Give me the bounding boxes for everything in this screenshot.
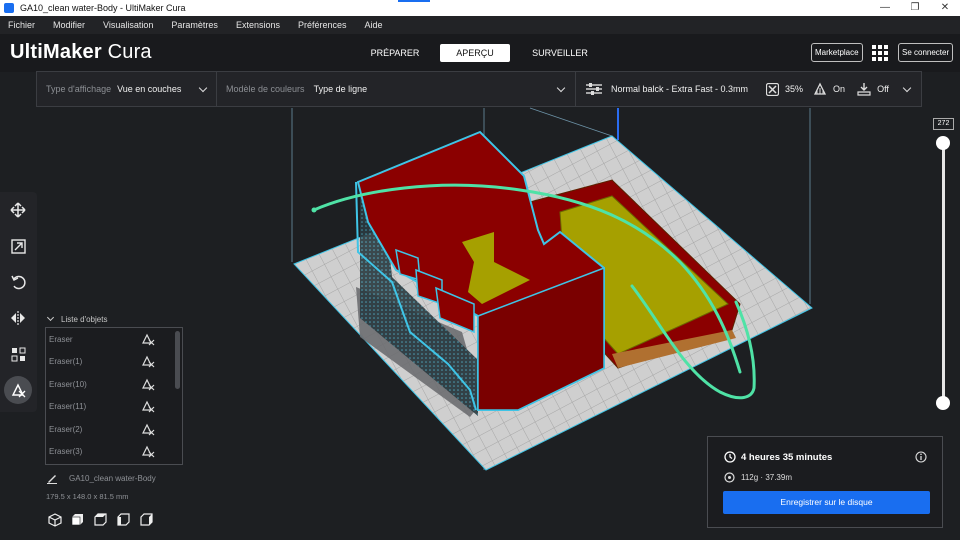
view-3d-icon[interactable] bbox=[48, 513, 62, 527]
mirror-icon bbox=[11, 311, 25, 325]
marketplace-button[interactable]: Marketplace bbox=[811, 43, 863, 62]
tab-prepare[interactable]: PRÉPARER bbox=[360, 44, 430, 62]
titlebar-accent bbox=[398, 0, 430, 2]
support-blocker-icon bbox=[11, 383, 26, 398]
window-titlebar: GA10_clean water-Body - UltiMaker Cura —… bbox=[0, 0, 960, 16]
list-item[interactable]: Eraser(10) bbox=[49, 374, 173, 394]
support-blocker-icon bbox=[142, 400, 155, 413]
print-settings-selector[interactable]: Normal balck - Extra Fast - 0.3mm 35% On… bbox=[576, 72, 921, 106]
pencil-icon[interactable] bbox=[46, 472, 58, 484]
menu-item-preferences[interactable]: Préférences bbox=[298, 20, 347, 30]
list-item[interactable]: Eraser(2) bbox=[49, 419, 173, 439]
view-type-dropdown[interactable]: Type d'affichage Vue en couches bbox=[37, 72, 217, 106]
view-top-icon[interactable] bbox=[93, 513, 107, 527]
mirror-tool-button[interactable] bbox=[6, 306, 30, 330]
object-name: Eraser bbox=[49, 334, 73, 344]
print-time: 4 heures 35 minutes bbox=[741, 452, 833, 463]
apps-grid-icon[interactable] bbox=[872, 45, 888, 61]
menu-item-settings[interactable]: Paramètres bbox=[171, 20, 218, 30]
tab-monitor[interactable]: SURVEILLER bbox=[522, 44, 598, 62]
model-dimensions: 179.5 x 148.0 x 81.5 mm bbox=[46, 492, 129, 501]
menu-item-file[interactable]: Fichier bbox=[8, 20, 35, 30]
object-list-scrollbar[interactable] bbox=[175, 331, 180, 389]
support-icon bbox=[813, 82, 827, 95]
left-toolbar bbox=[0, 192, 37, 412]
tab-preview[interactable]: APERÇU bbox=[440, 44, 510, 62]
per-model-settings-icon bbox=[11, 347, 25, 361]
per-model-settings-button[interactable] bbox=[6, 342, 30, 366]
scale-tool-button[interactable] bbox=[6, 234, 30, 258]
menu-item-help[interactable]: Aide bbox=[365, 20, 383, 30]
infill-icon bbox=[766, 82, 780, 96]
save-to-disk-button[interactable]: Enregistrer sur le disque bbox=[723, 491, 930, 514]
chevron-down-icon bbox=[46, 313, 55, 322]
support-blocker-button[interactable] bbox=[4, 376, 32, 404]
view-type-label: Type d'affichage bbox=[46, 84, 112, 94]
color-scheme-dropdown[interactable]: Modèle de couleurs Type de ligne bbox=[217, 72, 576, 106]
view-front-icon[interactable] bbox=[70, 513, 84, 527]
menu-item-view[interactable]: Visualisation bbox=[103, 20, 153, 30]
object-name: Eraser(3) bbox=[49, 446, 83, 456]
maximize-button[interactable]: ❐ bbox=[900, 0, 930, 16]
infill-value: 35% bbox=[785, 84, 804, 94]
app-header: UltiMaker Cura PRÉPARER APERÇU SURVEILLE… bbox=[0, 34, 960, 72]
close-button[interactable]: ✕ bbox=[930, 0, 960, 16]
color-scheme-value: Type de ligne bbox=[313, 84, 368, 94]
object-list-header[interactable]: Liste d'objets bbox=[46, 313, 108, 324]
color-scheme-label: Modèle de couleurs bbox=[226, 84, 305, 94]
view-type-value: Vue en couches bbox=[117, 84, 182, 94]
support-blocker-icon bbox=[142, 423, 155, 436]
info-icon[interactable] bbox=[915, 451, 927, 463]
layer-number-input[interactable]: 272 bbox=[933, 118, 954, 130]
menu-item-edit[interactable]: Modifier bbox=[53, 20, 85, 30]
view-right-icon[interactable] bbox=[139, 513, 153, 527]
layer-slider-bottom-handle[interactable] bbox=[936, 396, 950, 410]
minimize-button[interactable]: — bbox=[870, 0, 900, 16]
list-item[interactable]: Eraser(1) bbox=[49, 351, 173, 371]
menu-item-extensions[interactable]: Extensions bbox=[236, 20, 280, 30]
support-blocker-icon bbox=[142, 355, 155, 368]
move-tool-button[interactable] bbox=[6, 198, 30, 222]
logo-light: Cura bbox=[107, 41, 152, 63]
support-value: On bbox=[833, 84, 846, 94]
layer-slider-track[interactable] bbox=[942, 142, 945, 404]
chevron-down-icon bbox=[902, 83, 912, 93]
layer-slider-top-handle[interactable] bbox=[936, 136, 950, 150]
object-name: Eraser(10) bbox=[49, 379, 87, 389]
spool-icon bbox=[724, 472, 735, 483]
support-blocker-icon bbox=[142, 445, 155, 458]
object-name: Eraser(1) bbox=[49, 356, 83, 366]
object-name: Eraser(11) bbox=[49, 401, 87, 411]
cura-app-icon bbox=[4, 3, 14, 13]
chevron-down-icon bbox=[198, 83, 208, 93]
clock-icon bbox=[724, 451, 736, 463]
rotate-icon bbox=[10, 275, 26, 289]
rotate-tool-button[interactable] bbox=[6, 270, 30, 294]
support-blocker-icon bbox=[142, 333, 155, 346]
object-list: Eraser Eraser(1) Eraser(10) Eraser(11) E… bbox=[45, 327, 183, 465]
window-title: GA10_clean water-Body - UltiMaker Cura bbox=[20, 3, 186, 13]
profile-name: Normal balck - Extra Fast - 0.3mm bbox=[611, 84, 749, 94]
list-item[interactable]: Eraser bbox=[49, 329, 173, 349]
material-usage: 112g · 37.39m bbox=[741, 473, 792, 482]
support-blocker-icon bbox=[142, 378, 155, 391]
sign-in-button[interactable]: Se connecter bbox=[898, 43, 954, 62]
object-list-title: Liste d'objets bbox=[61, 315, 108, 324]
list-item[interactable]: Eraser(3) bbox=[49, 441, 173, 461]
app-logo: UltiMaker Cura bbox=[10, 41, 152, 64]
scale-icon bbox=[10, 238, 26, 254]
chevron-down-icon bbox=[556, 83, 566, 93]
menu-bar: Fichier Modifier Visualisation Paramètre… bbox=[0, 16, 960, 34]
logo-bold: UltiMaker bbox=[10, 41, 102, 63]
sliders-icon bbox=[586, 83, 602, 95]
model-name: GA10_clean water-Body bbox=[69, 474, 156, 483]
print-info-panel: 4 heures 35 minutes 112g · 37.39m Enregi… bbox=[707, 436, 943, 528]
view-settings-bar: Type d'affichage Vue en couches Modèle d… bbox=[36, 71, 922, 107]
list-item[interactable]: Eraser(11) bbox=[49, 396, 173, 416]
adhesion-icon bbox=[857, 83, 871, 96]
view-left-icon[interactable] bbox=[116, 513, 130, 527]
move-icon bbox=[10, 202, 26, 218]
adhesion-value: Off bbox=[877, 84, 889, 94]
object-name: Eraser(2) bbox=[49, 424, 83, 434]
